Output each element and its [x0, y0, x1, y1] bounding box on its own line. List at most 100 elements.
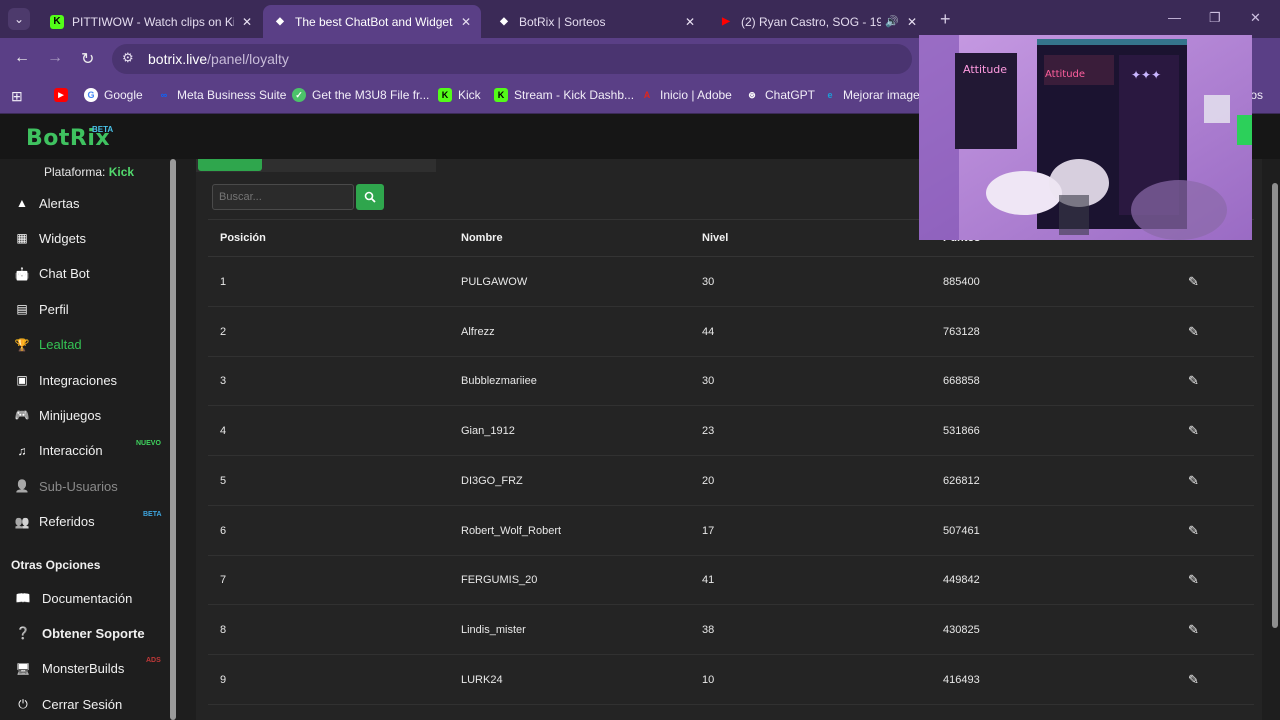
forward-button[interactable]: →	[47, 49, 63, 67]
bookmark-item[interactable]: A Inicio | Adobe	[640, 88, 732, 102]
sidebar-scrollbar[interactable]	[170, 159, 176, 720]
grid-icon: ▦	[16, 231, 28, 246]
audio-playing-icon[interactable]: 🔊	[885, 15, 899, 28]
browser-tab[interactable]: ▶ (2) Ryan Castro, SOG - 1994 🔊 ✕	[709, 5, 927, 38]
bookmark-item[interactable]: ▶	[54, 88, 74, 102]
option-item-label: Cerrar Sesión	[42, 696, 123, 712]
sidebar-item-widgets[interactable]: ▦ Widgets	[14, 230, 86, 246]
sidebar-item-alertas[interactable]: ▲ Alertas	[14, 195, 79, 211]
youtube-icon: ▶	[54, 88, 68, 102]
site-info-icon[interactable]: ⚙	[122, 50, 134, 66]
sidebar-item-minijuegos[interactable]: 🎮 Minijuegos	[14, 407, 102, 423]
col-position[interactable]: Posición	[220, 232, 266, 244]
new-tab-button[interactable]: +	[940, 9, 951, 30]
sidebar-item-perfil[interactable]: ▤ Perfil	[14, 301, 69, 317]
monitor-icon: ▣	[16, 373, 28, 387]
option-item-cerrar-sesi-n[interactable]: ⏻ Cerrar Sesión	[14, 696, 122, 712]
sidebar-item-label: Referidos	[39, 514, 95, 530]
search-input[interactable]	[212, 184, 354, 210]
reload-button[interactable]: ↻	[81, 49, 94, 69]
option-item-label: MonsterBuilds	[42, 661, 125, 677]
restore-button[interactable]: ❐	[1209, 10, 1221, 26]
cell-pos: 8	[220, 623, 227, 636]
cell-level: 41	[702, 574, 715, 587]
chatgpt-icon: ⊛	[748, 89, 756, 100]
table-row: 1 PULGAWOW 30 885400 ✎	[208, 257, 1254, 307]
sidebar-item-label: Lealtad	[39, 337, 82, 353]
sidebar-item-lealtad[interactable]: 🏆 Lealtad	[14, 337, 82, 353]
cell-level: 44	[702, 325, 715, 338]
search-button[interactable]	[356, 184, 384, 210]
cell-points: 430825	[943, 623, 980, 636]
edit-icon[interactable]: ✎	[1188, 373, 1199, 389]
id-card-icon: ▤	[16, 302, 28, 317]
edit-icon[interactable]: ✎	[1188, 473, 1199, 489]
close-tab-icon[interactable]: ✕	[907, 15, 917, 29]
sidebar-item-sub-usuarios[interactable]: 👤 Sub-Usuarios	[14, 478, 118, 494]
bookmark-item[interactable]: ⊛ ChatGPT	[745, 88, 815, 102]
browser-tab[interactable]: ◆ The best ChatBot and Widgets ✕	[263, 5, 481, 38]
tab-title: The best ChatBot and Widgets	[295, 14, 453, 29]
close-tab-icon[interactable]: ✕	[242, 15, 252, 29]
tab-favicon-icon: K	[50, 14, 64, 29]
bookmark-label: Get the M3U8 File fr...	[312, 88, 430, 102]
edit-icon[interactable]: ✎	[1188, 324, 1199, 340]
bookmark-label: Meta Business Suite	[177, 88, 287, 102]
search-icon	[364, 191, 376, 203]
bookmark-item[interactable]: ∞ Meta Business Suite	[157, 88, 287, 102]
option-item-documentaci-n[interactable]: 📖 Documentación	[14, 590, 133, 606]
option-item-monsterbuilds[interactable]: 🖥 MonsterBuilds	[14, 661, 124, 677]
url-text: botrix.live/panel/loyalty	[148, 51, 289, 67]
col-level[interactable]: Nivel	[702, 232, 728, 244]
sidebar-item-chat-bot[interactable]: 🤖 Chat Bot	[14, 266, 90, 282]
minimize-button[interactable]: —	[1168, 10, 1181, 25]
sidebar-item-integraciones[interactable]: ▣ Integraciones	[14, 372, 117, 388]
edit-icon[interactable]: ✎	[1188, 622, 1199, 638]
kick-icon: K	[494, 88, 508, 102]
bookmark-item[interactable]: K Kick	[438, 88, 481, 102]
edit-icon[interactable]: ✎	[1188, 572, 1199, 588]
back-button[interactable]: ←	[14, 49, 30, 67]
cell-level: 30	[702, 276, 715, 288]
book-icon: 📖	[15, 591, 31, 605]
bookmark-item[interactable]: K Stream - Kick Dashb...	[494, 88, 634, 102]
sidebar-item-interacci-n[interactable]: ♫ Interacción	[14, 443, 103, 459]
option-item-obtener-soporte[interactable]: ❓ Obtener Soporte	[14, 625, 145, 641]
cell-level: 17	[702, 524, 715, 537]
neon-sign-left: Attitude	[963, 63, 1007, 76]
edit-icon[interactable]: ✎	[1188, 274, 1199, 290]
loyalty-tabs	[196, 159, 436, 172]
cell-name: Robert_Wolf_Robert	[461, 524, 562, 537]
col-name[interactable]: Nombre	[461, 232, 503, 244]
address-bar[interactable]: ⚙ botrix.live/panel/loyalty	[112, 44, 912, 74]
warning-icon: ▲	[16, 196, 28, 210]
bookmark-item[interactable]: e Mejorar image	[823, 88, 919, 102]
browser-tab[interactable]: ◆ BotRix | Sorteos ✕	[487, 5, 705, 38]
option-item-label: Obtener Soporte	[42, 625, 145, 641]
table-row: 4 Gian_1912 23 531866 ✎	[208, 406, 1254, 457]
sidebar-item-label: Integraciones	[39, 372, 118, 388]
apps-icon[interactable]: ⊞	[11, 88, 23, 105]
main-scrollbar[interactable]	[1272, 183, 1278, 628]
close-tab-icon[interactable]: ✕	[685, 15, 695, 29]
close-window-button[interactable]: ✕	[1250, 10, 1261, 26]
close-tab-icon[interactable]: ✕	[461, 15, 471, 29]
bookmark-item[interactable]: G Google	[84, 88, 143, 102]
cell-level: 38	[702, 623, 715, 636]
cell-level: 20	[702, 474, 715, 487]
tab-active[interactable]	[198, 159, 262, 171]
sidebar-item-label: Sub-Usuarios	[39, 478, 118, 494]
tab-search-button[interactable]: ⌄	[8, 8, 30, 30]
sidebar-item-label: Perfil	[39, 301, 69, 317]
browser-tab[interactable]: K PITTIWOW - Watch clips on Kick ✕	[40, 5, 262, 38]
cell-name: LURK24	[461, 673, 503, 686]
cell-name: Alfrezz	[461, 325, 495, 338]
sidebar-item-referidos[interactable]: 👥 Referidos	[14, 514, 95, 530]
edit-icon[interactable]: ✎	[1188, 523, 1199, 539]
edit-icon[interactable]: ✎	[1188, 423, 1199, 439]
other-options-title: Otras Opciones	[11, 558, 101, 572]
edit-icon[interactable]: ✎	[1188, 672, 1199, 688]
edge-icon: e	[827, 90, 833, 100]
help-icon: ❓	[15, 626, 31, 641]
bookmark-item[interactable]: ✓ Get the M3U8 File fr...	[292, 88, 429, 102]
